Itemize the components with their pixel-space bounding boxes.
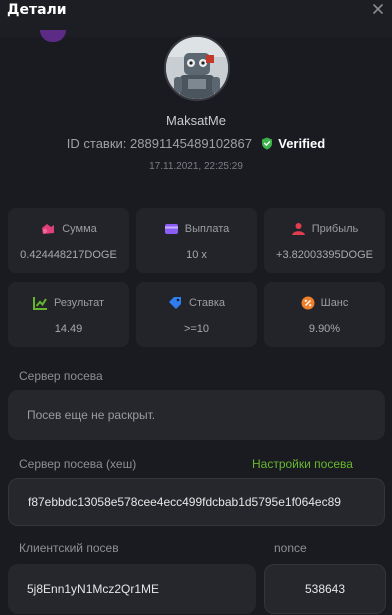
tag-icon [169,297,181,309]
verified-shield-icon [261,137,273,153]
stat-label: Сумма [62,223,97,235]
stat-value: 14.49 [54,323,83,335]
stat-card-amount: Сумма 0.424448217DOGE [8,208,129,273]
username: MaksatMe [166,113,226,128]
stat-value: >=10 [183,323,210,335]
server-seed-hash-field[interactable]: f87ebbdc13058e578cee4ecc499fdcbab1d5795e… [8,478,385,526]
server-seed-label: Сервер посева [19,369,103,383]
stat-card-profit: Прибыль +3.82003395DOGE [264,208,385,273]
percent-icon [301,296,315,310]
stat-label: Выплата [184,222,230,235]
stat-value: +3.82003395DOGE [276,249,373,261]
stat-label: Ставка [189,297,225,309]
verified-label: Verified [278,136,326,151]
result-chart-icon [32,297,47,310]
bet-id-value: 28891145489102867 [130,136,252,151]
modal-title: Детали [7,2,67,18]
coins-icon [42,224,55,234]
stat-label: Прибыль [311,223,359,235]
stat-card-result: Результат 14.49 [8,282,129,347]
profit-icon [291,223,305,235]
stat-card-chance: Шанс 9.90% [264,282,385,347]
wallet-icon [164,224,178,234]
nonce-label: nonce [274,541,307,555]
stat-value: 9.90% [308,323,341,335]
stat-value: 10 x [186,249,207,261]
bet-datetime: 17.11.2021, 22:25:29 [149,161,243,172]
nonce-field[interactable]: 538643 [264,564,386,614]
bet-id-label: ID ставки: [66,136,127,151]
bet-id-row: ID ставки: 28891145489102867 Verified [0,136,392,153]
stat-card-payout: Выплата 10 x [136,208,257,273]
stat-card-bet: Ставка >=10 [136,282,257,347]
avatar [164,35,230,101]
server-seed-field[interactable]: Посев еще не раскрыт. [8,390,385,440]
level-badge-icon [40,30,66,42]
server-seed-hash-label: Сервер посева (хеш) [19,457,137,471]
client-seed-field[interactable]: 5j8Enn1yN1Mcz2Qr1ME [8,564,256,614]
stat-value: 0.424448217DOGE [20,249,117,261]
stat-label: Шанс [320,297,349,309]
seed-settings-link[interactable]: Настройки посева [252,457,353,471]
client-seed-label: Клиентский посев [19,541,119,555]
stat-label: Результат [53,297,105,309]
close-icon[interactable] [371,2,385,16]
